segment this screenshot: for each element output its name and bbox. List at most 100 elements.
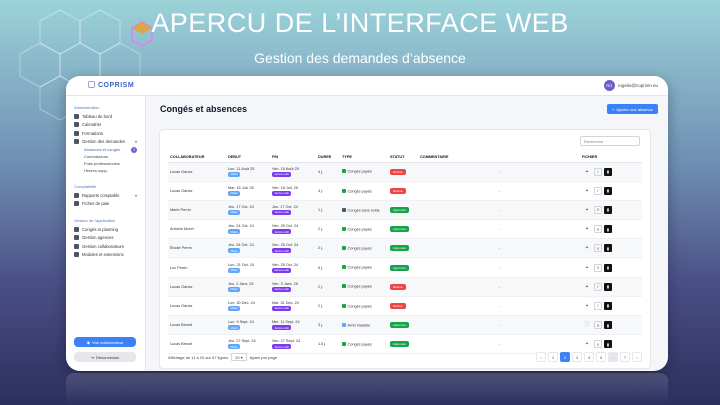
col-comment[interactable]: COMMENTAIRE <box>418 152 580 163</box>
delete-icon[interactable]: ▮ <box>604 321 612 330</box>
next-page-button[interactable]: › <box>632 352 642 362</box>
reject-icon[interactable]: ✕ <box>594 244 602 253</box>
sidebar-item-trainings[interactable]: Formations <box>66 129 145 138</box>
cell-type: Congés payés <box>340 257 388 278</box>
add-file-icon[interactable]: + <box>582 284 592 290</box>
sidebar-item-calendar[interactable]: Calendrier <box>66 121 145 130</box>
reject-icon[interactable]: ✕ <box>594 321 602 330</box>
table-row: Marie Perrin Jeu. 17 Oct. 24 Matin Jeu. 17 … <box>168 200 642 221</box>
reject-icon[interactable]: ✕ <box>594 225 602 234</box>
add-absence-button[interactable]: + Ajouter une absence <box>606 104 658 114</box>
cell-collaborator: Lucas Garcia <box>168 296 226 317</box>
sidebar-sub-commissions[interactable]: Commissions <box>66 153 145 160</box>
table-row: Antoine Moret Jeu. 24 Oct. 24 Matin Ven. 25… <box>168 219 642 240</box>
cell-file: + ✓ ▮ <box>580 162 642 182</box>
search-input[interactable]: Recherche <box>580 136 640 146</box>
page-size-select[interactable]: 10 ▾ <box>231 353 247 361</box>
cell-start: Lun. 21 Oct. 24 Matin <box>226 257 270 278</box>
reject-icon[interactable]: ✕ <box>594 340 602 349</box>
document-icon[interactable]: 📄 <box>582 322 592 328</box>
delete-icon[interactable]: ▮ <box>604 225 612 234</box>
cell-start: Lun. 30 Déc. 24 Matin <box>226 296 270 317</box>
collaborator-view-button[interactable]: ◉ Vue collaborateur <box>74 337 136 347</box>
users-icon <box>74 243 79 249</box>
sidebar-item-dashboard[interactable]: Tableau de bord <box>66 112 145 121</box>
delete-icon[interactable]: ▮ <box>604 282 612 291</box>
cell-duration: 2 j. <box>316 296 340 317</box>
sidebar-item-collaborators[interactable]: Gestion collaborateurs <box>66 242 145 251</box>
col-start[interactable]: DEBUT <box>226 152 270 163</box>
user-menu[interactable]: RG rogelio@coprism.eu <box>603 80 658 91</box>
cell-end: Jeu. 17 Oct. 24 Après-midi <box>270 200 316 221</box>
delete-icon[interactable]: ▮ <box>604 244 612 253</box>
approve-icon[interactable]: ✓ <box>594 282 602 291</box>
chart-icon <box>74 192 79 198</box>
col-status[interactable]: STATUT <box>388 152 418 163</box>
col-file[interactable]: FICHIER <box>580 152 642 163</box>
table-footer-info: Affichage de 11 à 20 sur 67 lignes 10 ▾ … <box>168 353 278 361</box>
sidebar-item-requests[interactable]: Gestion des demandes ▾ <box>66 138 145 147</box>
delete-icon[interactable]: ▮ <box>604 205 612 214</box>
sidebar-item-reports[interactable]: Rapports comptable ▾ <box>66 191 145 200</box>
cell-status: Refusé <box>388 277 418 297</box>
page-button[interactable]: 5 <box>596 352 606 362</box>
cell-type: Congés payés <box>340 334 388 355</box>
delete-icon[interactable]: ▮ <box>604 340 612 349</box>
type-icon <box>342 188 346 193</box>
sidebar-item-planning[interactable]: Congés et planning <box>66 225 145 234</box>
approve-icon[interactable]: ✓ <box>594 301 602 310</box>
eye-icon: ◉ <box>86 339 91 345</box>
sidebar-sub-expenses[interactable]: Frais professionnels <box>66 160 145 167</box>
cell-collaborator: Antoine Moret <box>168 219 226 240</box>
prev-page-button[interactable]: ‹ <box>536 352 546 362</box>
status-badge: Approuvé <box>390 264 409 271</box>
table-row: Luc Perrin Lun. 21 Oct. 24 Matin Ven. 25 Oc… <box>168 257 642 278</box>
logout-button[interactable]: ⇥ Déconnexion <box>74 352 136 362</box>
sidebar-item-payslips[interactable]: Fiches de paie <box>66 200 145 209</box>
page-button[interactable]: 1 <box>548 352 558 362</box>
logout-icon: ⇥ <box>90 354 94 360</box>
col-end[interactable]: FIN <box>270 152 316 163</box>
start-period-badge: Matin <box>228 190 241 196</box>
sidebar-sub-overtime[interactable]: Heures supp. <box>66 167 145 174</box>
page-button[interactable]: 7 <box>620 352 630 362</box>
add-file-icon[interactable]: + <box>582 265 592 271</box>
add-file-icon[interactable]: + <box>582 341 592 347</box>
page-button[interactable]: 4 <box>584 352 594 362</box>
add-file-icon[interactable]: + <box>582 188 592 194</box>
type-icon <box>342 284 346 289</box>
approve-icon[interactable]: ✓ <box>594 167 602 176</box>
delete-icon[interactable]: ▮ <box>604 167 612 176</box>
add-file-icon[interactable]: + <box>582 226 592 232</box>
approve-icon[interactable]: ✓ <box>594 186 602 195</box>
delete-icon[interactable]: ▮ <box>604 186 612 195</box>
cell-collaborator: Lucas Benoit <box>168 334 226 355</box>
delete-icon[interactable]: ▮ <box>604 301 612 310</box>
start-period-badge: Matin <box>228 305 241 311</box>
cell-file: + ✕ ▮ <box>580 238 642 259</box>
sidebar-item-agencies[interactable]: Gestion agences <box>66 234 145 243</box>
sidebar-sub-absences[interactable]: Absences et congés 3 <box>66 146 145 153</box>
col-collaborator[interactable]: COLLABORATEUR <box>168 152 226 163</box>
page-button[interactable]: 2 <box>560 352 570 362</box>
page-button[interactable]: 3 <box>572 352 582 362</box>
end-period-badge: Après-midi <box>272 171 292 177</box>
app-logo[interactable]: COPRISM <box>88 81 134 89</box>
end-period-badge: Après-midi <box>272 229 292 235</box>
cell-comment: - <box>418 219 580 240</box>
reject-icon[interactable]: ✕ <box>594 263 602 272</box>
cell-end: Ven. 25 Oct. 24 Après-midi <box>270 257 316 278</box>
reject-icon[interactable]: ✕ <box>594 205 602 214</box>
end-period-badge: Après-midi <box>272 209 292 215</box>
sidebar-item-modules[interactable]: Modules et extensions <box>66 251 145 260</box>
add-file-icon[interactable]: + <box>582 245 592 251</box>
cell-collaborator: Luc Perrin <box>168 257 226 278</box>
cell-end: Mar. 31 Déc. 24 Après-midi <box>270 296 316 317</box>
add-file-icon[interactable]: + <box>582 207 592 213</box>
add-file-icon[interactable]: + <box>582 303 592 309</box>
col-type[interactable]: TYPE <box>340 152 388 163</box>
add-file-icon[interactable]: + <box>582 169 592 175</box>
col-duration[interactable]: DUREE <box>316 152 340 163</box>
cell-duration: 4 j. <box>316 181 340 201</box>
delete-icon[interactable]: ▮ <box>604 263 612 272</box>
